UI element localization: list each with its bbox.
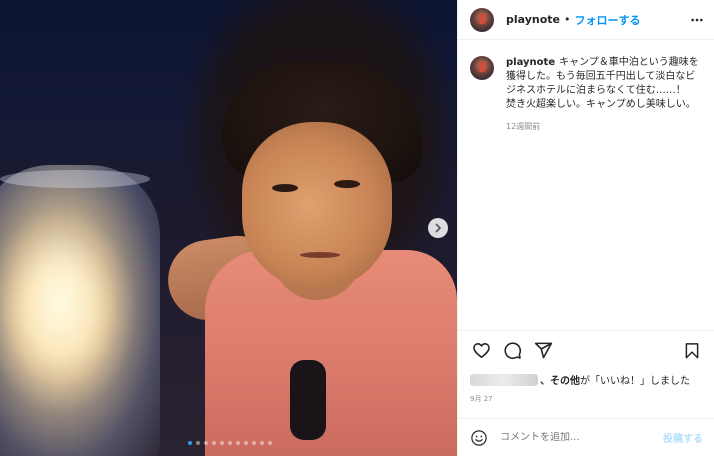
comment-input[interactable] (500, 432, 663, 443)
caption-username-link[interactable]: playnote (506, 57, 555, 68)
likes-others-link[interactable]: 、その他 (540, 372, 580, 387)
person-eye-left (272, 184, 298, 192)
avatar[interactable] (470, 7, 494, 32)
person-eye-right (334, 180, 360, 188)
more-horizontal-icon (691, 18, 703, 21)
person-mouth (300, 252, 340, 258)
smiley-icon[interactable] (470, 429, 488, 447)
carousel-dot (228, 441, 232, 445)
carousel-next-button[interactable] (428, 218, 448, 238)
comment-icon (504, 342, 521, 360)
carousel-dot (220, 441, 224, 445)
post-actions-bar (458, 330, 714, 370)
post-side-panel: playnote • フォローする playnote キャンプ＆車中泊という趣味を… (457, 0, 714, 456)
carousel-dot (244, 441, 248, 445)
lantern-glow (0, 165, 160, 456)
carousel-dot (268, 441, 272, 445)
carousel-dot (260, 441, 264, 445)
chevron-right-icon (435, 223, 441, 233)
like-button[interactable] (470, 340, 492, 362)
header-separator: • (564, 13, 571, 26)
carousel-dot (188, 441, 192, 445)
lantern-rim (0, 170, 150, 188)
caption-text-block: playnote キャンプ＆車中泊という趣味を獲得した。もう毎回五千円出して淡白な… (506, 56, 705, 134)
carousel-dot (204, 441, 208, 445)
caption-timestamp[interactable]: 12週間前 (506, 120, 705, 134)
caption-avatar[interactable] (470, 56, 494, 80)
person-face (242, 122, 392, 290)
bookmark-icon (685, 342, 699, 358)
follow-button[interactable]: フォローする (575, 12, 641, 28)
heart-icon (472, 343, 490, 359)
carousel-dots (188, 441, 272, 445)
share-button[interactable] (532, 340, 554, 362)
post-comment-button[interactable]: 投稿する (663, 430, 703, 445)
hanging-sunglasses (290, 360, 326, 440)
header-username-link[interactable]: playnote (506, 13, 560, 26)
likes-summary: 、その他 が「いいね！」しました (470, 372, 710, 387)
likes-suffix: が「いいね！」しました (580, 376, 690, 387)
save-button[interactable] (681, 340, 703, 362)
comment-bar: 投稿する (458, 418, 714, 456)
carousel-dot (236, 441, 240, 445)
post-caption: playnote キャンプ＆車中泊という趣味を獲得した。もう毎回五千円出して淡白な… (470, 56, 705, 134)
more-options-button[interactable] (689, 12, 705, 28)
carousel-dot (212, 441, 216, 445)
post-date[interactable]: 9月 27 (470, 394, 493, 404)
share-icon (534, 342, 552, 359)
carousel-dot (252, 441, 256, 445)
post-media[interactable] (0, 0, 457, 456)
post-header: playnote • フォローする (458, 0, 714, 40)
carousel-dot (196, 441, 200, 445)
comment-button[interactable] (501, 340, 523, 362)
liker-name-blurred (470, 373, 538, 386)
